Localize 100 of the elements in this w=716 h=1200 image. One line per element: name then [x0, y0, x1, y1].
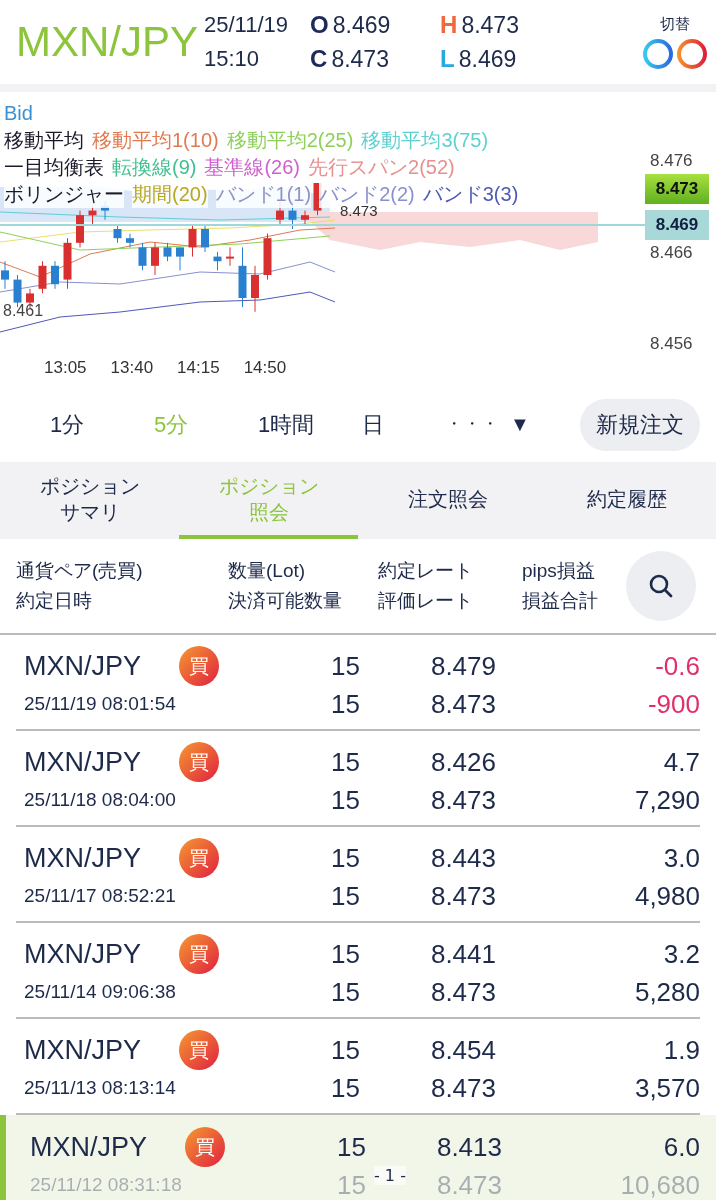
position-row[interactable]: MXN/JPY 買 15 8.479 -0.6 25/11/19 08:01:54 15 8.473 -900	[16, 635, 700, 731]
quote-value: 8.473	[461, 11, 519, 40]
valuation-rate: 8.473	[430, 976, 496, 1008]
candle	[176, 246, 184, 271]
candle	[238, 246, 247, 308]
closable-quantity: 15	[331, 784, 360, 816]
candle	[88, 205, 97, 225]
quote-key: O	[310, 8, 329, 42]
closable-quantity: 15	[331, 1072, 360, 1104]
buy-badge: 買	[185, 1127, 225, 1167]
search-icon	[648, 573, 674, 599]
column-header: 約定レート 評価レート	[378, 559, 474, 613]
position-tab[interactable]: 約定履歴	[537, 462, 716, 539]
last-price-tag: 8.473	[645, 174, 709, 204]
indicator-legend-item: 期間(20)	[132, 181, 208, 208]
price-axis-label: 8.456	[650, 334, 693, 354]
timeframe-tab[interactable]: 1分	[30, 408, 134, 441]
currency-pair: MXN/JPY	[24, 938, 143, 970]
execution-datetime: 25/11/19 08:01:54	[24, 693, 177, 715]
position-row[interactable]: MXN/JPY 買 15 8.426 4.7 25/11/18 08:04:00 15 8.473 7,290	[16, 731, 700, 827]
page-indicator: - 1 -	[374, 1166, 406, 1185]
position-tab[interactable]: ポジションサマリ	[0, 462, 179, 539]
candle	[151, 242, 159, 276]
execution-datetime: 25/11/14 09:06:38	[24, 981, 177, 1003]
total-profit: 5,280	[634, 976, 700, 1008]
execution-datetime: 25/11/18 08:04:00	[24, 789, 177, 811]
quantity: 15	[331, 842, 360, 874]
time-axis-label: 13:40	[110, 358, 154, 378]
indicator-legend-item: 先行スパン2(52)	[308, 154, 455, 181]
quote-value: 8.469	[458, 45, 517, 74]
candle	[1, 260, 9, 290]
valuation-rate: 8.473	[430, 784, 496, 816]
quote-key: C	[310, 42, 328, 76]
timeframe-tab[interactable]: 日	[342, 408, 446, 441]
quantity: 15	[331, 650, 360, 682]
quote-key: H	[440, 8, 458, 42]
candle	[226, 246, 234, 267]
quote-key: L	[440, 42, 455, 76]
quote-value: 8.473	[331, 45, 389, 74]
candle	[38, 260, 47, 294]
more-button[interactable]: ・・・	[446, 414, 500, 435]
column-header: 数量(Lot) 決済可能数量	[228, 559, 343, 613]
position-row[interactable]: MXN/JPY 買 15 8.441 3.2 25/11/14 09:06:38 15 8.473 5,280	[16, 923, 700, 1019]
buy-badge: 買	[179, 838, 219, 878]
switch-button[interactable]: 切替	[642, 14, 708, 70]
price-axis-label: 8.476	[650, 151, 693, 171]
position-row[interactable]: MXN/JPY 買 15 8.443 3.0 25/11/17 08:52:21 15 8.473 4,980	[16, 827, 700, 923]
closable-quantity: 15	[331, 880, 360, 912]
execution-rate: 8.441	[430, 938, 496, 970]
currency-pair: MXN/JPY	[24, 842, 143, 874]
price-type-label: Bid	[4, 101, 34, 126]
execution-datetime: 25/11/17 08:52:21	[24, 885, 177, 907]
buy-badge: 買	[179, 646, 219, 686]
column-header: 通貨ペア(売買) 約定日時	[16, 559, 144, 613]
currency-pair-title: MXN/JPY	[16, 18, 199, 66]
candle	[188, 223, 197, 258]
valuation-rate: 8.473	[430, 688, 496, 720]
valuation-rate: 8.473	[430, 880, 496, 912]
time-axis-label: 14:50	[243, 358, 287, 378]
candle	[251, 265, 259, 313]
pips-profit: 6.0	[663, 1131, 700, 1163]
candle	[263, 233, 272, 281]
closable-quantity: 15	[331, 976, 360, 1008]
position-tab[interactable]: 注文照会	[358, 462, 537, 539]
candle	[201, 223, 209, 253]
valuation-rate: 8.473	[436, 1169, 502, 1200]
dropdown-button[interactable]: ▼	[510, 413, 530, 436]
total-profit: 3,570	[634, 1072, 700, 1104]
pips-profit: 3.2	[663, 938, 700, 970]
indicator-legend-item: 移動平均1(10)	[92, 127, 219, 154]
total-profit: -900	[647, 688, 700, 720]
pips-profit: -0.6	[655, 650, 700, 682]
buy-badge: 買	[179, 1030, 219, 1070]
quantity: 15	[331, 938, 360, 970]
execution-rate: 8.426	[430, 746, 496, 778]
quantity: 15	[331, 1034, 360, 1066]
timeframe-tab[interactable]: 1時間	[238, 408, 342, 441]
candle	[126, 233, 134, 248]
total-profit: 4,980	[634, 880, 700, 912]
execution-datetime: 25/11/13 08:13:14	[24, 1077, 177, 1099]
currency-pair: MXN/JPY	[24, 746, 143, 778]
buy-badge: 買	[179, 934, 219, 974]
indicator-legend-item: 移動平均2(25)	[226, 127, 354, 154]
execution-rate: 8.454	[430, 1034, 496, 1066]
quantity: 15	[337, 1131, 366, 1163]
new-order-button[interactable]: 新規注文	[580, 398, 700, 451]
quote-time: 15:10	[204, 45, 261, 73]
buy-badge: 買	[179, 742, 219, 782]
candle	[163, 242, 172, 262]
execution-datetime: 25/11/12 08:31:18	[30, 1174, 183, 1196]
candle	[301, 210, 309, 225]
quote-date: 25/11/19	[204, 11, 289, 39]
total-profit: 7,290	[634, 784, 700, 816]
quantity: 15	[331, 746, 360, 778]
column-header: pips損益 損益合計	[522, 559, 599, 613]
execution-rate: 8.413	[436, 1131, 502, 1163]
currency-pair: MXN/JPY	[24, 650, 143, 682]
valuation-rate: 8.473	[430, 1072, 496, 1104]
total-profit: 10,680	[620, 1169, 700, 1200]
closable-quantity: 15	[337, 1169, 366, 1200]
